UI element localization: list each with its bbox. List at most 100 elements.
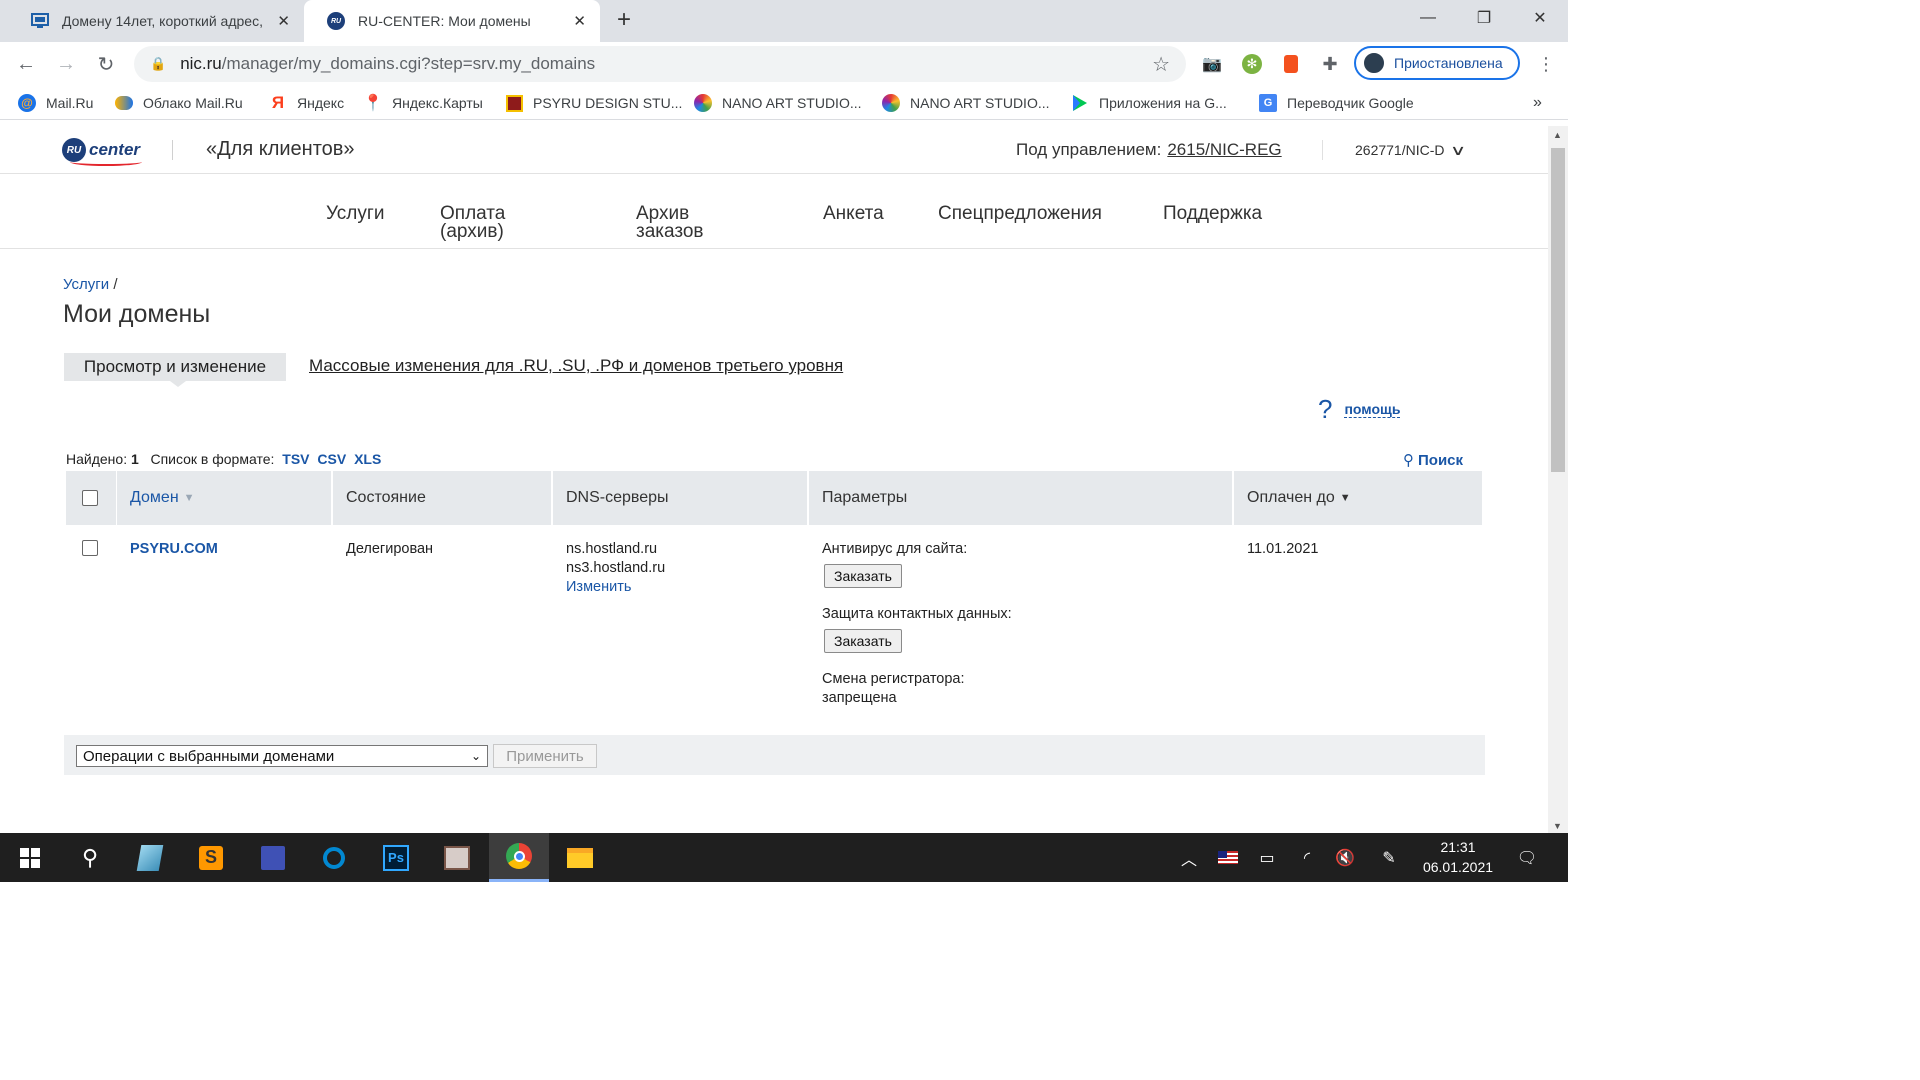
nav-special-offers[interactable]: Спецпредложения xyxy=(938,204,1102,223)
bookmarks-overflow-icon[interactable]: » xyxy=(1533,86,1542,120)
dns-cell: ns.hostland.ru ns3.hostland.ru Изменить xyxy=(566,540,665,597)
nav-profile[interactable]: Анкета xyxy=(823,204,884,223)
lock-extension-icon[interactable] xyxy=(1279,52,1303,76)
maximize-button[interactable]: ❐ xyxy=(1456,0,1512,36)
gear-extension-icon[interactable]: ✻ xyxy=(1240,52,1264,76)
camera-icon[interactable]: 📷 xyxy=(1200,52,1224,76)
account-menu[interactable]: 262771/NIC-D ∨ xyxy=(1355,142,1466,159)
swirl-icon xyxy=(882,94,900,112)
search-link[interactable]: ⚲ Поиск xyxy=(1403,451,1463,470)
nav-orders-archive[interactable]: Архив заказов xyxy=(636,204,704,241)
breadcrumb-services-link[interactable]: Услуги xyxy=(63,276,109,293)
bookmark-yandex-maps[interactable]: 📍 Яндекс.Карты xyxy=(363,86,483,120)
sublime-text-icon[interactable]: S xyxy=(181,833,241,882)
close-window-button[interactable]: ✕ xyxy=(1512,0,1568,36)
bookmark-google-play[interactable]: Приложения на G... xyxy=(1071,86,1227,120)
managed-by-link[interactable]: 2615/NIC-REG xyxy=(1167,140,1281,159)
managed-by: Под управлением: 2615/NIC-REG xyxy=(1016,140,1282,159)
operations-select[interactable]: Операции с выбранными доменами ⌄ xyxy=(76,745,488,767)
privacy-label: Защита контактных данных: xyxy=(822,606,1012,622)
back-arrow-icon[interactable]: ← xyxy=(8,42,44,86)
bookmark-nano-art-1[interactable]: NANO ART STUDIO... xyxy=(694,86,862,120)
volume-muted-icon[interactable]: 🔇 xyxy=(1332,833,1358,882)
archive-tool-icon[interactable] xyxy=(427,833,487,882)
logo-swoosh xyxy=(70,158,142,166)
scroll-down-icon[interactable]: ▼ xyxy=(1553,821,1562,831)
wifi-icon[interactable]: ◜ xyxy=(1294,833,1320,882)
help-label: помощь xyxy=(1344,401,1401,418)
help-link[interactable]: ? помощь xyxy=(1318,394,1401,425)
nav-payment-archive[interactable]: Оплата (архив) xyxy=(440,204,505,241)
bookmark-google-translate[interactable]: G Переводчик Google xyxy=(1259,86,1414,120)
question-icon: ? xyxy=(1318,394,1333,424)
order-privacy-button[interactable]: Заказать xyxy=(824,629,902,653)
search-icon[interactable]: ⚲ xyxy=(60,833,120,882)
nav-services[interactable]: Услуги xyxy=(326,204,384,223)
column-header-domain[interactable]: Домен ▼ xyxy=(117,471,331,525)
address-bar[interactable]: 🔒 nic.ru /manager/my_domains.cgi?step=sr… xyxy=(134,46,1186,82)
close-icon[interactable]: ✕ xyxy=(277,12,290,30)
nav-support[interactable]: Поддержка xyxy=(1163,204,1262,223)
clock-time: 21:31 xyxy=(1440,839,1476,855)
menu-dots-icon[interactable]: ⋮ xyxy=(1534,52,1558,76)
ru-center-logo[interactable]: RU center xyxy=(62,134,148,166)
star-icon[interactable]: ☆ xyxy=(1152,52,1170,77)
domain-link[interactable]: PSYRU.COM xyxy=(130,541,218,557)
export-xls-link[interactable]: XLS xyxy=(354,451,381,467)
profile-button[interactable]: Приостановлена xyxy=(1354,46,1520,80)
export-csv-link[interactable]: CSV xyxy=(317,451,346,467)
tab-bulk-changes[interactable]: Массовые изменения для .RU, .SU, .РФ и д… xyxy=(309,356,843,376)
scrollbar-thumb[interactable] xyxy=(1551,148,1565,472)
breadcrumb-separator: / xyxy=(113,276,118,293)
transfer-value: запрещена xyxy=(822,690,897,706)
map-pin-icon: 📍 xyxy=(363,95,383,112)
notifications-icon[interactable]: 🗨 xyxy=(1512,833,1542,882)
chrome-icon[interactable] xyxy=(489,833,549,882)
ru-center-favicon-icon: RU xyxy=(326,11,346,31)
tab-my-domains[interactable]: RU RU-CENTER: Мои домены ✕ xyxy=(304,0,600,42)
domain-cell: PSYRU.COM xyxy=(130,540,218,559)
dns-server: ns3.hostland.ru xyxy=(566,560,666,576)
battery-icon[interactable]: ▭ xyxy=(1254,833,1280,882)
bookmark-yandex[interactable]: Я Яндекс xyxy=(269,86,344,120)
column-header-paid-until[interactable]: Оплачен до ▼ xyxy=(1234,471,1482,525)
row-checkbox[interactable] xyxy=(82,540,98,556)
photoshop-icon[interactable]: Ps xyxy=(366,833,426,882)
tab-title: RU-CENTER: Мои домены xyxy=(358,13,531,29)
reload-icon[interactable]: ↻ xyxy=(88,42,124,86)
scroll-up-icon[interactable]: ▲ xyxy=(1553,130,1562,140)
order-antivirus-button[interactable]: Заказать xyxy=(824,564,902,588)
notepad-icon[interactable] xyxy=(120,833,180,882)
new-tab-button[interactable]: + xyxy=(610,6,638,34)
site-header: RU center «Для клиентов» Под управлением… xyxy=(0,126,1548,174)
tab-domain-offer[interactable]: Домену 14лет, короткий адрес, ✕ xyxy=(8,0,304,42)
sort-desc-icon: ▼ xyxy=(183,492,195,504)
tab-view-and-edit[interactable]: Просмотр и изменение xyxy=(64,353,286,381)
minimize-button[interactable]: — xyxy=(1400,0,1456,36)
system-clock[interactable]: 21:31 06.01.2021 xyxy=(1416,837,1500,877)
state-cell: Делегирован xyxy=(346,541,434,557)
pen-icon[interactable]: ✎ xyxy=(1376,833,1402,882)
bulk-operations-bar: Операции с выбранными доменами ⌄ Примени… xyxy=(64,735,1485,775)
bookmarks-bar: @ Mail.Ru Облако Mail.Ru Я Яндекс 📍 Янде… xyxy=(0,86,1568,120)
results-summary: Найдено: 1 Список в формате: TSV CSV XLS xyxy=(66,451,382,467)
dns-server: ns.hostland.ru xyxy=(566,541,658,557)
bookmark-nano-art-2[interactable]: NANO ART STUDIO... xyxy=(882,86,1050,120)
file-explorer-icon[interactable] xyxy=(550,833,610,882)
bookmark-cloud-mailru[interactable]: Облако Mail.Ru xyxy=(115,86,243,120)
close-icon[interactable]: ✕ xyxy=(573,12,586,30)
bookmark-psyru[interactable]: PSYRU DESIGN STU... xyxy=(505,86,682,120)
tray-overflow-icon[interactable]: ︿ xyxy=(1176,833,1202,882)
export-tsv-link[interactable]: TSV xyxy=(282,451,309,467)
dns-edit-link[interactable]: Изменить xyxy=(566,579,631,595)
floppy-disk-icon[interactable] xyxy=(243,833,303,882)
select-all-checkbox[interactable] xyxy=(82,490,98,506)
language-flag-icon[interactable] xyxy=(1216,833,1240,882)
bookmark-mailru[interactable]: @ Mail.Ru xyxy=(18,86,93,120)
cortana-icon[interactable] xyxy=(304,833,364,882)
windows-start-icon[interactable] xyxy=(0,833,60,882)
paid-until-cell: 11.01.2021 xyxy=(1247,541,1319,557)
forward-arrow-icon[interactable]: → xyxy=(48,42,84,86)
puzzle-icon[interactable]: ✚ xyxy=(1318,52,1342,76)
apply-button[interactable]: Применить xyxy=(493,744,597,768)
